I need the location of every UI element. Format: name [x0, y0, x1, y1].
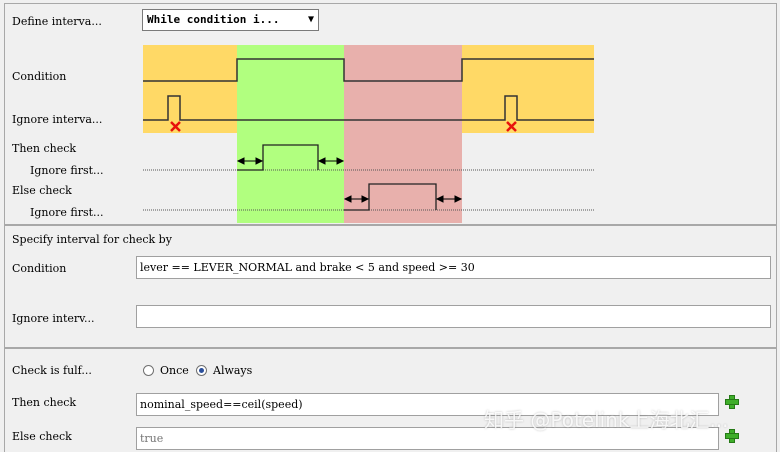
interval-ignore-label: Ignore interv...	[12, 312, 95, 325]
always-radio[interactable]	[196, 365, 207, 376]
diagram-then-ignore-first-label: Ignore first...	[30, 164, 104, 177]
diagram-else-check-label: Else check	[12, 184, 72, 197]
diagram-else-ignore-first-label: Ignore first...	[30, 206, 104, 219]
diagram-ignore-interval-label: Ignore interva...	[12, 113, 103, 126]
once-radio[interactable]	[143, 365, 154, 376]
watermark-text: 知乎 @Potelink上海北汇...	[484, 408, 729, 432]
diagram-panel: Define interva... While condition i... ▼	[4, 3, 777, 225]
once-label[interactable]: Once	[160, 364, 189, 377]
always-label[interactable]: Always	[213, 364, 252, 377]
interval-panel: Specify interval for check by Condition …	[4, 225, 777, 348]
condition-input[interactable]: lever == LEVER_NORMAL and brake < 5 and …	[136, 256, 771, 279]
else-check-label: Else check	[12, 430, 72, 443]
ignore-interval-input[interactable]	[136, 305, 771, 328]
interval-section-title: Specify interval for check by	[12, 233, 172, 246]
interval-condition-label: Condition	[12, 262, 67, 275]
band-green	[237, 45, 344, 223]
interval-timing-diagram	[143, 45, 594, 223]
check-fulfilled-label: Check is fulf...	[12, 364, 92, 377]
diagram-then-check-label: Then check	[12, 142, 77, 155]
diagram-condition-label: Condition	[12, 70, 67, 83]
then-check-label: Then check	[12, 396, 77, 409]
checks-panel: Check is fulf... Once Always Then check …	[4, 348, 777, 452]
